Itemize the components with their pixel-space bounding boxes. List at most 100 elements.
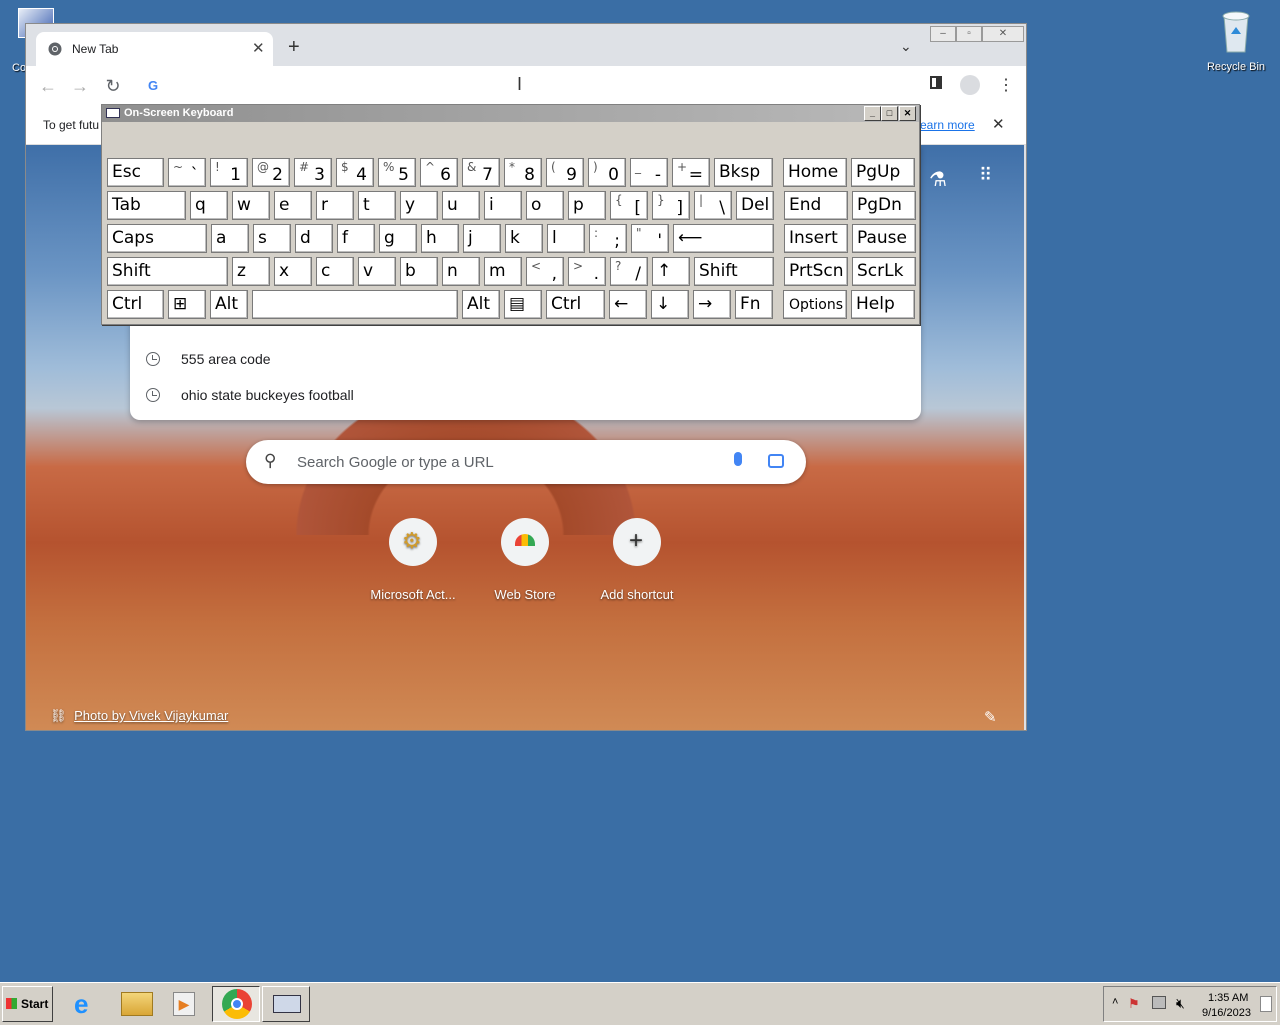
key-help[interactable]: Help [851, 290, 915, 319]
menu-kebab-icon[interactable]: ⋮ [998, 75, 1014, 95]
tab-search-chevron-icon[interactable]: ⌄ [900, 38, 912, 55]
key-4[interactable]: $4 [336, 158, 374, 187]
key-symbol-1-13[interactable]: | \ [694, 191, 732, 220]
show-hidden-icons-chevron-icon[interactable]: ˄ [1112, 996, 1118, 1008]
key-caps[interactable]: Caps [107, 224, 207, 253]
key-k[interactable]: k [505, 224, 543, 253]
key-symbol-3-11[interactable]: ↑ [652, 257, 690, 286]
key-symbol-4-8[interactable]: ↓ [651, 290, 689, 319]
media-player-icon[interactable]: ▶ [173, 992, 195, 1016]
show-desktop-icon[interactable] [1260, 996, 1272, 1012]
customize-pencil-icon[interactable]: ✎ [984, 708, 997, 726]
key-symbol-2-11[interactable]: " ' [631, 224, 669, 253]
close-tab-icon[interactable]: ✕ [252, 39, 265, 57]
key-symbol-4-7[interactable]: ← [609, 290, 647, 319]
key-symbol-4-1[interactable]: ⊞ [168, 290, 206, 319]
volume-muted-icon[interactable]: 🔇︎ [1176, 995, 1185, 1012]
key-symbol-2-10[interactable]: :; [589, 224, 627, 253]
key-shift[interactable]: Shift [694, 257, 774, 286]
apps-grid-icon[interactable]: ⠿ [979, 165, 992, 186]
key-options[interactable]: Options [783, 290, 847, 319]
minimize-button[interactable]: – [930, 26, 956, 42]
key-symbol-1-12[interactable]: }] [652, 191, 690, 220]
desktop-icon-recycle-bin[interactable]: Recycle Bin [1196, 6, 1276, 73]
key-pgup[interactable]: PgUp [851, 158, 915, 187]
key-3[interactable]: #3 [294, 158, 332, 187]
lab-flask-icon[interactable]: ⚗ [929, 167, 947, 192]
key-end[interactable]: End [784, 191, 848, 220]
clock-date[interactable]: 9/16/2023 [1202, 1007, 1251, 1019]
forward-button[interactable]: → [68, 74, 92, 98]
key-home[interactable]: Home [783, 158, 847, 187]
key-n[interactable]: n [442, 257, 480, 286]
key-0[interactable]: ) 0 [588, 158, 626, 187]
key-symbol-0-13[interactable]: + = [672, 158, 710, 187]
key-l[interactable]: l [547, 224, 585, 253]
key-7[interactable]: & 7 [462, 158, 500, 187]
key-symbol-3-10[interactable]: ? / [610, 257, 648, 286]
key-symbol-2-12[interactable]: ⟵ [673, 224, 774, 253]
close-window-button[interactable]: ✕ [982, 26, 1024, 42]
photo-credit[interactable]: ⛓ Photo by Vivek Vijaykumar [50, 708, 228, 724]
clock-time[interactable]: 1:35 AM [1208, 992, 1248, 1004]
new-tab-button[interactable]: + [288, 36, 300, 59]
reload-button[interactable]: ↻ [101, 74, 125, 98]
key-e[interactable]: e [274, 191, 312, 220]
key-t[interactable]: t [358, 191, 396, 220]
maximize-button[interactable]: ▫ [956, 26, 982, 42]
key-scrlk[interactable]: ScrLk [852, 257, 916, 286]
suggestion-item[interactable]: ohio state buckeyes football [130, 378, 921, 414]
microphone-icon[interactable] [734, 452, 742, 466]
start-button[interactable]: Start [2, 986, 53, 1022]
key-i[interactable]: i [484, 191, 522, 220]
key-d[interactable]: d [295, 224, 333, 253]
file-explorer-icon[interactable] [121, 992, 153, 1016]
shortcut-web-store[interactable]: Web Store [469, 518, 581, 602]
key-v[interactable]: v [358, 257, 396, 286]
taskbar-chrome-button[interactable] [212, 986, 260, 1022]
key-9[interactable]: (9 [546, 158, 584, 187]
key-6[interactable]: ^ 6 [420, 158, 458, 187]
learn-more-link[interactable]: earn more [920, 118, 975, 132]
key-b[interactable]: b [400, 257, 438, 286]
key-space[interactable] [252, 290, 458, 319]
key-5[interactable]: % 5 [378, 158, 416, 187]
key-c[interactable]: c [316, 257, 354, 286]
network-icon[interactable] [1152, 996, 1166, 1009]
key-esc[interactable]: Esc [107, 158, 164, 187]
key-symbol-4-5[interactable]: ▤ [504, 290, 542, 319]
key-j[interactable]: j [463, 224, 501, 253]
key-g[interactable]: g [379, 224, 417, 253]
key-s[interactable]: s [253, 224, 291, 253]
key-alt[interactable]: Alt [462, 290, 500, 319]
address-bar[interactable]: G I [131, 70, 921, 102]
key-symbol-0-12[interactable]: _ - [630, 158, 668, 187]
key-x[interactable]: x [274, 257, 312, 286]
shortcut-microsoft-activation[interactable]: ⚙ Microsoft Act... [357, 518, 469, 602]
key-p[interactable]: p [568, 191, 606, 220]
key-insert[interactable]: Insert [784, 224, 848, 253]
taskbar-osk-button[interactable] [262, 986, 310, 1022]
key-symbol-3-9[interactable]: >. [568, 257, 606, 286]
key-prtscn[interactable]: PrtScn [784, 257, 848, 286]
back-button[interactable]: ← [36, 74, 60, 98]
key-pgdn[interactable]: PgDn [852, 191, 916, 220]
key-m[interactable]: m [484, 257, 522, 286]
key-r[interactable]: r [316, 191, 354, 220]
key-symbol-4-9[interactable]: → [693, 290, 731, 319]
key-ctrl[interactable]: Ctrl [107, 290, 164, 319]
key-z[interactable]: z [232, 257, 270, 286]
key-pause[interactable]: Pause [852, 224, 916, 253]
key-u[interactable]: u [442, 191, 480, 220]
internet-explorer-icon[interactable]: e [74, 989, 88, 1020]
profile-avatar[interactable] [960, 75, 980, 95]
suggestion-item[interactable]: 555 area code [130, 342, 921, 378]
key-8[interactable]: * 8 [504, 158, 542, 187]
key-tab[interactable]: Tab [107, 191, 186, 220]
key-symbol-1-11[interactable]: {[ [610, 191, 648, 220]
camera-lens-icon[interactable] [768, 454, 784, 468]
key-1[interactable]: ! 1 [210, 158, 248, 187]
key-w[interactable]: w [232, 191, 270, 220]
key-o[interactable]: o [526, 191, 564, 220]
key-y[interactable]: y [400, 191, 438, 220]
